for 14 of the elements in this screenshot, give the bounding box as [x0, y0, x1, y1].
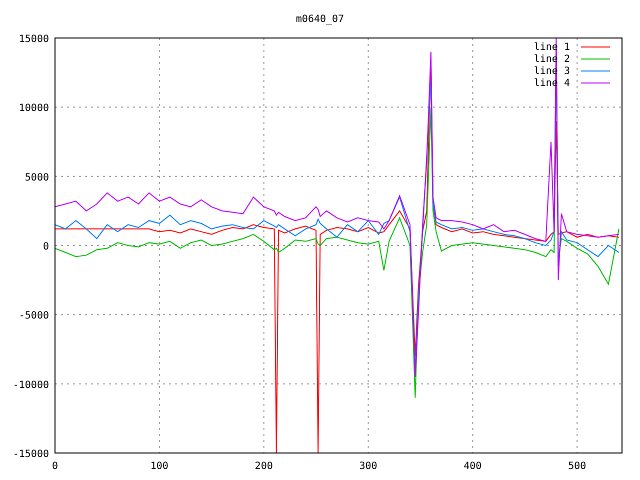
x-tick-label: 300	[359, 461, 378, 472]
y-tick-label: -10000	[12, 380, 49, 391]
y-tick-label: 15000	[18, 34, 49, 45]
x-tick-label: 100	[150, 461, 168, 472]
x-tick-label: 400	[464, 461, 482, 472]
chart-title: m0640_07	[296, 14, 344, 25]
y-tick-label: 10000	[18, 103, 49, 114]
x-tick-label: 200	[254, 461, 273, 472]
x-tick-label: 500	[568, 461, 586, 472]
y-tick-label: -15000	[12, 449, 49, 460]
y-tick-label: -5000	[18, 310, 49, 322]
y-tick-label: 0	[42, 242, 49, 252]
y-tick-label: 5000	[24, 172, 49, 184]
x-tick-label: 0	[52, 461, 58, 472]
